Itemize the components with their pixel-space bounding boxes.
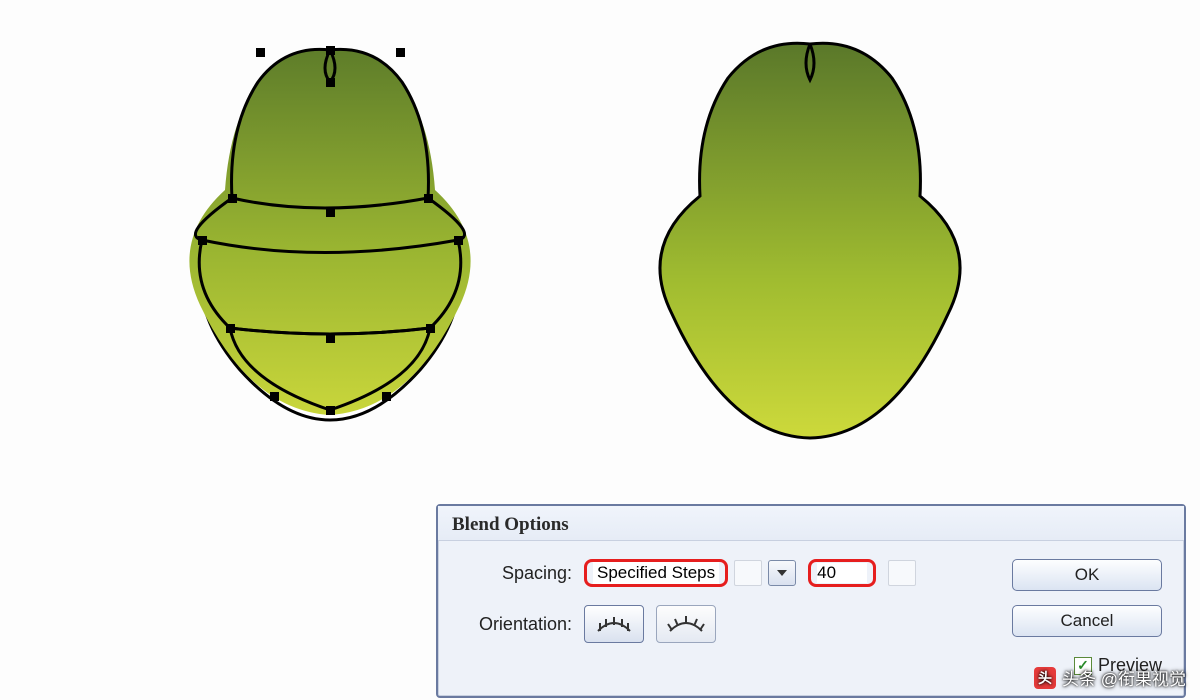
preview-checkbox[interactable]: ✓ bbox=[1074, 657, 1092, 675]
spacing-spacer bbox=[734, 560, 762, 586]
spacing-mode-highlight: Specified Steps bbox=[584, 559, 728, 587]
spacing-value-highlight: 40 bbox=[808, 559, 876, 587]
cancel-button[interactable]: Cancel bbox=[1012, 605, 1162, 637]
spacing-mode-select[interactable]: Specified Steps bbox=[593, 562, 719, 584]
ok-button[interactable]: OK bbox=[1012, 559, 1162, 591]
dialog-title: Blend Options bbox=[438, 506, 1184, 541]
orientation-align-page-button[interactable] bbox=[584, 605, 644, 643]
align-to-path-icon bbox=[666, 613, 706, 635]
spacing-value-spacer bbox=[888, 560, 916, 586]
preview-label: Preview bbox=[1098, 655, 1162, 676]
spacing-dropdown-button[interactable] bbox=[768, 560, 796, 586]
artwork-canvas bbox=[0, 0, 1200, 500]
right-blend-shape[interactable] bbox=[660, 43, 960, 438]
align-to-page-icon bbox=[594, 613, 634, 635]
orientation-label: Orientation: bbox=[460, 614, 572, 635]
spacing-label: Spacing: bbox=[460, 563, 572, 584]
blend-options-dialog: Blend Options Spacing: Specified Steps 4… bbox=[436, 504, 1186, 698]
chevron-down-icon bbox=[777, 570, 787, 576]
left-blend-shape[interactable] bbox=[189, 46, 470, 420]
spacing-value-input[interactable]: 40 bbox=[817, 563, 867, 583]
orientation-align-path-button[interactable] bbox=[656, 605, 716, 643]
